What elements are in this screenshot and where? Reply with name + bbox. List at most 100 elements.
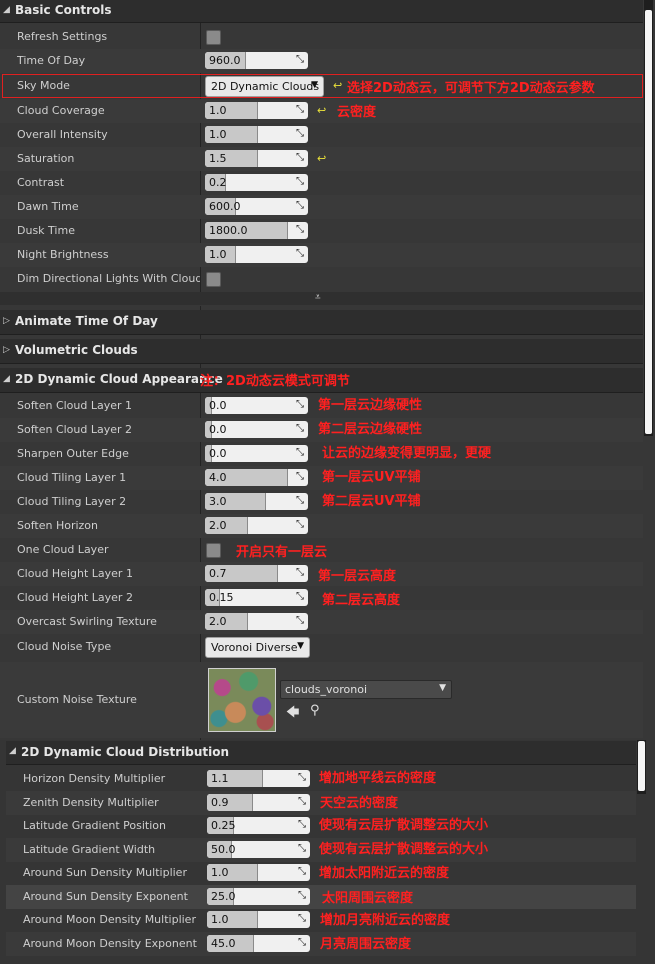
tiling-layer1-input[interactable]: 4.0 ⤡ <box>205 469 308 486</box>
row-overall-intensity: Overall Intensity 1.0 ⤡ <box>0 123 643 147</box>
browse-magnifier-icon[interactable]: ⚲ <box>310 703 320 718</box>
section-animate-time-of-day[interactable]: ▷ Animate Time Of Day <box>0 310 643 335</box>
field-value: 25.0 <box>211 890 236 903</box>
row-cloud-noise-type: Cloud Noise Type Voronoi Diverse ▼ <box>0 635 643 659</box>
property-label: Cloud Tiling Layer 2 <box>17 495 127 508</box>
property-label: Zenith Density Multiplier <box>23 796 159 809</box>
field-value: 0.15 <box>209 591 234 604</box>
scrollbar-thumb[interactable] <box>645 10 652 434</box>
section-title: Volumetric Clouds <box>15 343 138 357</box>
moon-multiplier-input[interactable]: 1.0 ⤡ <box>207 911 310 928</box>
drag-arrows-icon: ⤡ <box>298 819 306 830</box>
tiling-layer2-input[interactable]: 3.0 ⤡ <box>205 493 308 510</box>
drag-arrows-icon: ⤡ <box>296 447 304 458</box>
reset-arrow-icon[interactable]: ↩ <box>317 152 326 165</box>
drag-arrows-icon: ⤡ <box>296 224 304 235</box>
property-label: Around Moon Density Exponent <box>23 937 197 950</box>
row-around-moon-exponent: Around Moon Density Exponent 45.0 ⤡ 月亮周围… <box>6 932 636 956</box>
field-value: 960.0 <box>209 54 241 67</box>
row-latitude-gradient-width: Latitude Gradient Width 50.0 ⤡ 使现有云层扩散调整… <box>6 838 636 862</box>
section-2d-cloud-appearance[interactable]: ◢ 2D Dynamic Cloud Appearance 注：2D动态云模式可… <box>0 368 643 393</box>
annotation-text: 让云的边缘变得更明显，更硬 <box>322 446 492 461</box>
overall-intensity-input[interactable]: 1.0 ⤡ <box>205 126 308 143</box>
chevron-down-icon: ▼ <box>297 641 304 651</box>
refresh-settings-checkbox[interactable] <box>206 30 221 45</box>
section-volumetric-clouds[interactable]: ▷ Volumetric Clouds <box>0 339 643 364</box>
section-title: 2D Dynamic Cloud Appearance <box>15 372 223 386</box>
collapse-arrow-icon: ◢ <box>3 374 10 384</box>
details-panel: ◢ Basic Controls Refresh Settings Time O… <box>0 0 655 964</box>
noise-type-dropdown[interactable]: Voronoi Diverse ▼ <box>205 637 310 658</box>
annotation-text: 第一层云高度 <box>318 569 397 584</box>
annotation-text: 太阳周围云密度 <box>322 891 414 906</box>
field-value: 1.5 <box>209 152 227 165</box>
property-label: Cloud Height Layer 2 <box>17 591 133 604</box>
annotation-text: 天空云的密度 <box>320 796 399 811</box>
latitude-position-input[interactable]: 0.25 ⤡ <box>207 817 310 834</box>
dusk-time-input[interactable]: 1800.0 ⤡ <box>205 222 308 239</box>
annotation-text: 使现有云层扩散调整云的大小 <box>319 842 489 857</box>
annotation-text: 第二层云UV平铺 <box>322 494 421 509</box>
soften-layer1-input[interactable]: 0.0 ⤡ <box>205 397 308 414</box>
saturation-input[interactable]: 1.5 ⤡ <box>205 150 308 167</box>
annotation-text: 注：2D动态云模式可调节 <box>200 374 350 389</box>
property-label: Cloud Height Layer 1 <box>17 567 133 580</box>
overcast-swirling-input[interactable]: 2.0 ⤡ <box>205 613 308 630</box>
contrast-input[interactable]: 0.2 ⤡ <box>205 174 308 191</box>
row-night-brightness: Night Brightness 1.0 ⤡ <box>0 243 643 267</box>
night-brightness-input[interactable]: 1.0 ⤡ <box>205 246 308 263</box>
sun-multiplier-input[interactable]: 1.0 ⤡ <box>207 864 310 881</box>
section-title: Basic Controls <box>15 3 112 17</box>
soften-horizon-input[interactable]: 2.0 ⤡ <box>205 517 308 534</box>
annotation-text: 第一层云边缘硬性 <box>318 398 423 413</box>
row-refresh-settings: Refresh Settings <box>0 25 643 49</box>
property-label: Custom Noise Texture <box>17 693 137 706</box>
row-soften-cloud-layer-1: Soften Cloud Layer 1 0.0 ⤡ 第一层云边缘硬性 <box>0 394 643 418</box>
sharpen-edge-input[interactable]: 0.0 ⤡ <box>205 445 308 462</box>
dim-lights-checkbox[interactable] <box>206 272 221 287</box>
height-layer1-input[interactable]: 0.7 ⤡ <box>205 565 308 582</box>
soften-layer2-input[interactable]: 0.0 ⤡ <box>205 421 308 438</box>
height-layer2-input[interactable]: 0.15 ⤡ <box>205 589 308 606</box>
section-2d-cloud-distribution[interactable]: ◢ 2D Dynamic Cloud Distribution <box>6 741 636 765</box>
reset-arrow-icon[interactable]: ↩ <box>317 104 326 117</box>
row-sharpen-outer-edge: Sharpen Outer Edge 0.0 ⤡ 让云的边缘变得更明显，更硬 <box>0 442 643 466</box>
field-value: 0.0 <box>209 447 227 460</box>
annotation-text: 月亮周围云密度 <box>320 937 412 952</box>
property-label: Dawn Time <box>17 200 79 213</box>
property-label: Soften Horizon <box>17 519 98 532</box>
cloud-coverage-input[interactable]: 1.0 ⤡ <box>205 102 308 119</box>
texture-asset-dropdown[interactable]: clouds_voronoi ▼ <box>280 680 452 699</box>
row-custom-noise-texture: Custom Noise Texture <box>0 662 643 738</box>
texture-thumbnail[interactable] <box>208 668 276 732</box>
time-of-day-input[interactable]: 960.0 ⤡ <box>205 52 308 69</box>
moon-exponent-input[interactable]: 45.0 ⤡ <box>207 935 310 952</box>
property-label: Cloud Coverage <box>17 104 105 117</box>
asset-name: clouds_voronoi <box>285 683 368 696</box>
dawn-time-input[interactable]: 600.0 ⤡ <box>205 198 308 215</box>
property-label: Sharpen Outer Edge <box>17 447 129 460</box>
property-label: Cloud Tiling Layer 1 <box>17 471 127 484</box>
dropdown-value: Voronoi Diverse <box>211 641 298 654</box>
expand-down-icon: ⩡ <box>315 292 321 303</box>
property-label: Around Sun Density Exponent <box>23 890 188 903</box>
drag-arrows-icon: ⤡ <box>296 423 304 434</box>
latitude-width-input[interactable]: 50.0 ⤡ <box>207 841 310 858</box>
drag-arrows-icon: ⤡ <box>296 591 304 602</box>
row-horizon-density: Horizon Density Multiplier 1.1 ⤡ 增加地平线云的… <box>6 767 636 791</box>
sun-exponent-input[interactable]: 25.0 ⤡ <box>207 888 310 905</box>
one-cloud-layer-checkbox[interactable] <box>206 543 221 558</box>
use-selected-arrow-icon[interactable]: 🡄 <box>286 703 299 725</box>
zenith-density-input[interactable]: 0.9 ⤡ <box>207 794 310 811</box>
property-label: Latitude Gradient Width <box>23 843 156 856</box>
scrollbar-thumb[interactable] <box>638 741 645 791</box>
drag-arrows-icon: ⤡ <box>298 843 306 854</box>
drag-arrows-icon: ⤡ <box>296 567 304 578</box>
section-basic-controls[interactable]: ◢ Basic Controls <box>0 0 643 23</box>
row-soften-horizon: Soften Horizon 2.0 ⤡ <box>0 514 643 538</box>
drag-arrows-icon: ⤡ <box>296 519 304 530</box>
drag-arrows-icon: ⤡ <box>296 54 304 65</box>
horizon-density-input[interactable]: 1.1 ⤡ <box>207 770 310 787</box>
collapse-arrow-icon: ◢ <box>9 746 16 756</box>
advanced-expander[interactable]: ⩡ <box>0 292 643 305</box>
